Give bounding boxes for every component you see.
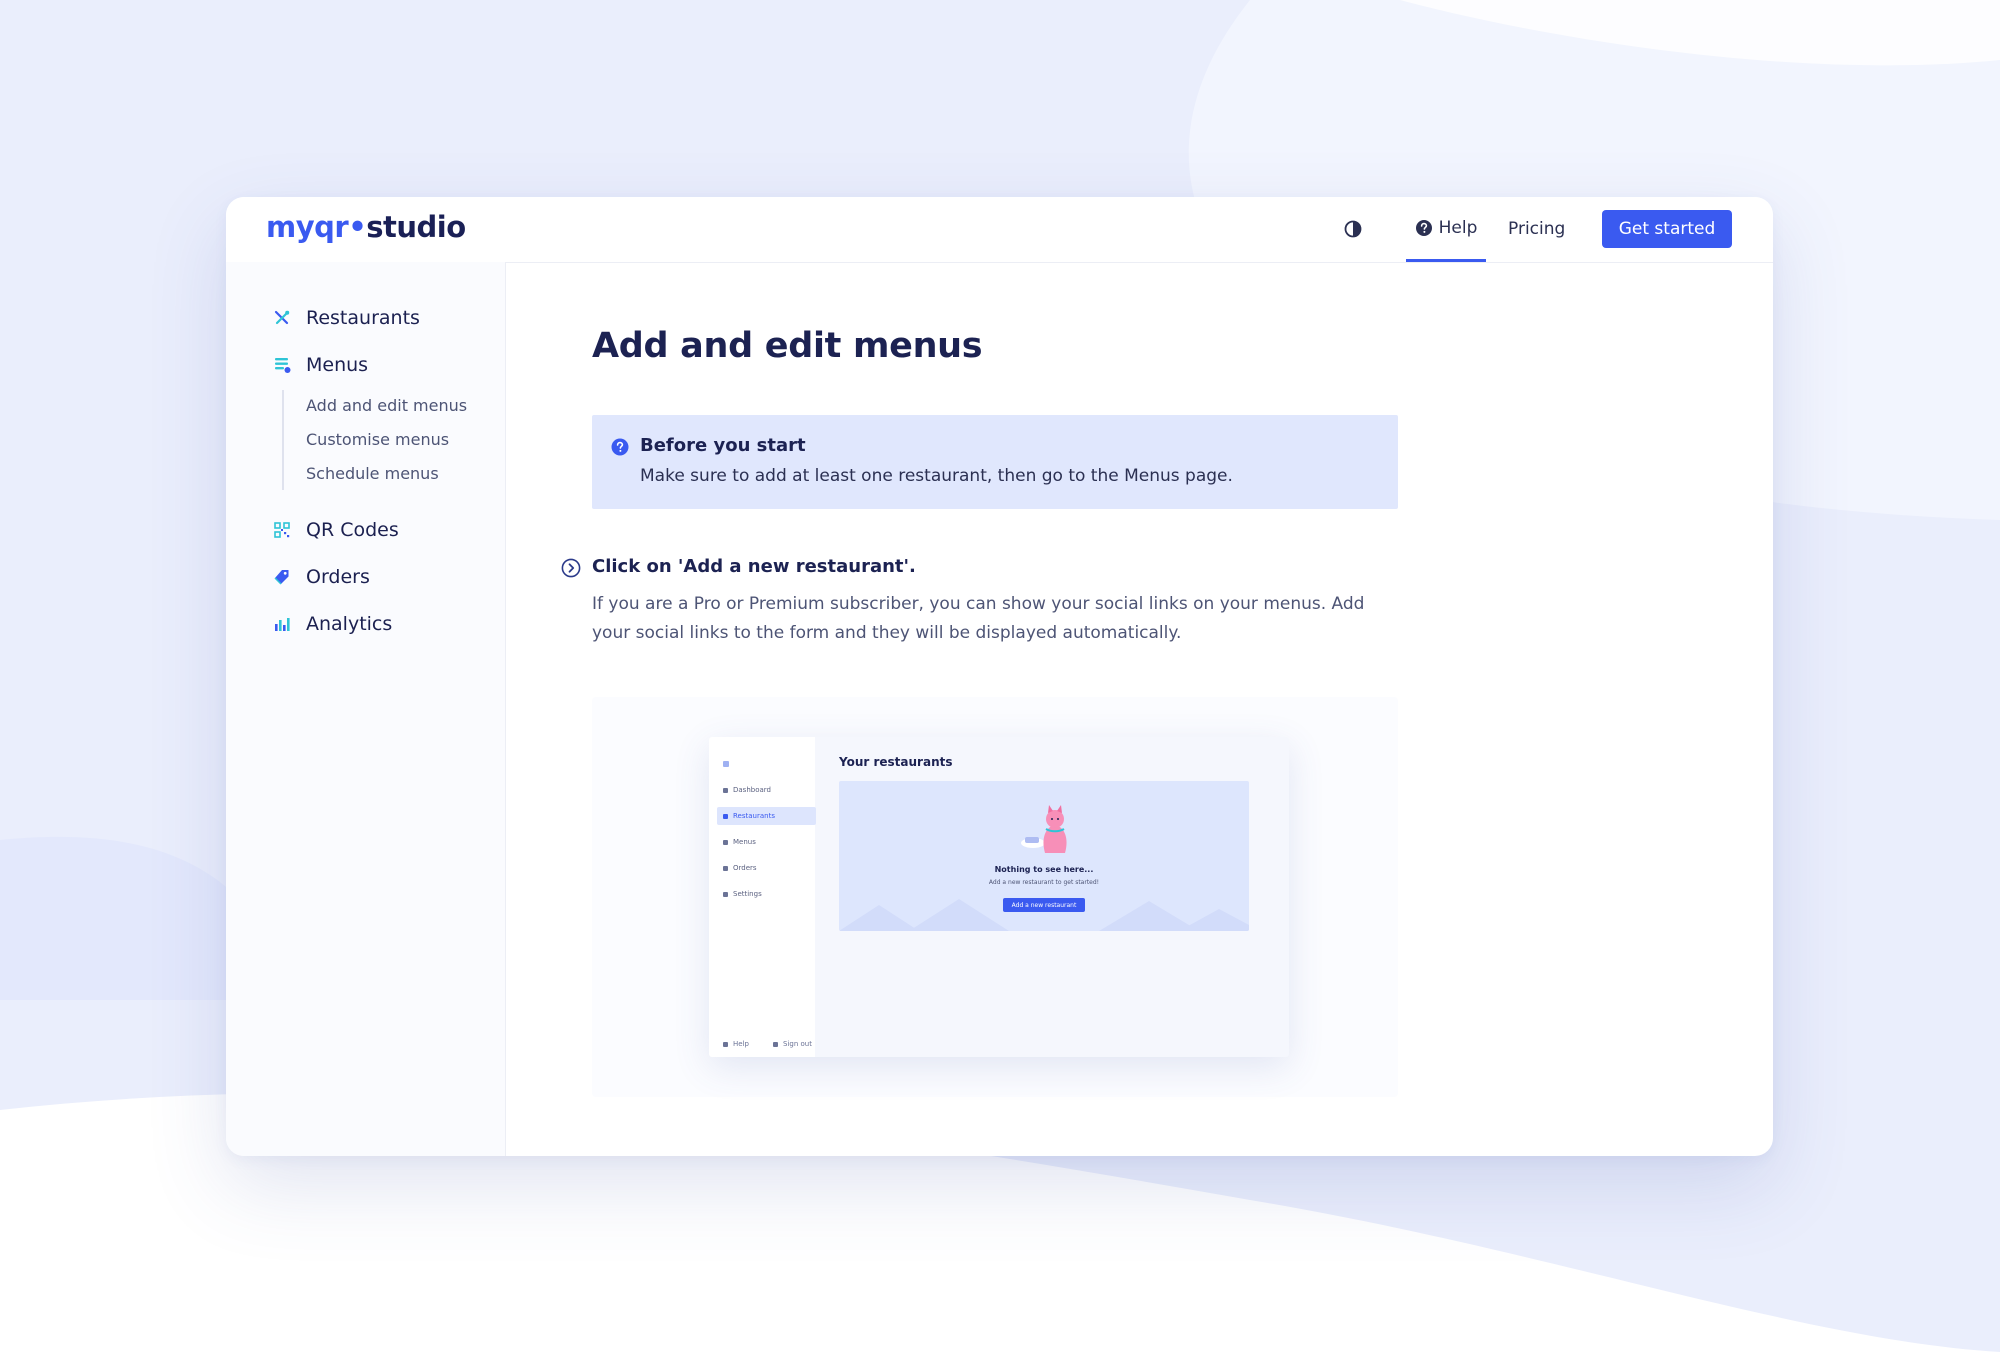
cat-illustration <box>1021 805 1067 853</box>
page-title: Add and edit menus <box>592 326 983 366</box>
mini-sidebar-item-settings[interactable]: Settings <box>717 885 816 903</box>
add-new-restaurant-button[interactable]: Add a new restaurant <box>1003 898 1085 912</box>
sidebar-item-restaurants[interactable]: Restaurants <box>272 304 420 332</box>
sidebar-item-qr-codes[interactable]: QR Codes <box>272 516 399 544</box>
menu-list-icon <box>723 839 728 845</box>
app-window: myqr•studio Help Pricing Get started Res… <box>226 197 1773 1156</box>
sidebar-item-orders[interactable]: Orders <box>272 563 370 591</box>
help-label: Help <box>1438 218 1478 238</box>
brand-logo[interactable]: myqr•studio <box>266 210 466 244</box>
logo-part-studio: studio <box>366 210 466 244</box>
callout-title: Before you start <box>640 435 806 456</box>
chevron-right-circle-icon <box>561 558 581 578</box>
mini-sidebar-label: Menus <box>733 838 756 846</box>
menu-list-icon <box>275 358 291 373</box>
screenshot-preview: Dashboard Restaurants Menus Orders Setti… <box>592 697 1398 1097</box>
help-icon <box>1415 220 1432 236</box>
subnav-customise-menus[interactable]: Customise menus <box>306 430 449 449</box>
mini-sidebar-label: Dashboard <box>733 786 771 794</box>
tag-icon <box>274 570 289 585</box>
pricing-nav-link[interactable]: Pricing <box>1508 197 1565 262</box>
callout-body: Make sure to add at least one restaurant… <box>640 466 1233 486</box>
main-content: Add and edit menus Before you start Make… <box>506 262 1773 1156</box>
sidebar-item-label: QR Codes <box>306 519 399 541</box>
mini-app-window: Dashboard Restaurants Menus Orders Setti… <box>709 737 1289 1057</box>
sidebar-item-label: Orders <box>306 566 370 588</box>
help-icon <box>723 1041 728 1047</box>
mini-help-link[interactable]: Help <box>723 1040 749 1048</box>
info-callout: Before you start Make sure to add at lea… <box>592 415 1398 509</box>
utensils-icon <box>274 310 290 325</box>
mini-sidebar-item-restaurants[interactable]: Restaurants <box>717 807 816 825</box>
mini-sign-out-link[interactable]: Sign out <box>773 1040 812 1048</box>
utensils-icon <box>723 813 728 819</box>
mini-footer-label: Help <box>733 1040 749 1048</box>
tag-icon <box>723 865 728 871</box>
mini-sidebar-label: Restaurants <box>733 812 775 820</box>
mini-logo-icon <box>723 761 729 767</box>
mini-empty-state-card: Nothing to see here... Add a new restaur… <box>839 781 1249 931</box>
logo-dot: • <box>348 210 367 244</box>
sign-out-icon <box>773 1041 778 1047</box>
sidebar: Restaurants Menus Add and edit menus Cus… <box>226 262 506 1156</box>
get-started-button[interactable]: Get started <box>1602 210 1732 248</box>
mini-sidebar-label: Settings <box>733 890 762 898</box>
top-bar: myqr•studio Help Pricing Get started <box>226 197 1773 263</box>
sidebar-item-analytics[interactable]: Analytics <box>272 610 392 638</box>
logo-part-myqr: myqr <box>266 210 349 244</box>
subnav-divider <box>282 390 284 490</box>
help-nav-link[interactable]: Help <box>1406 197 1486 262</box>
bar-chart-icon <box>275 618 290 631</box>
sidebar-item-label: Menus <box>306 354 369 376</box>
empty-state-body: Add a new restaurant to get started! <box>988 879 1100 886</box>
gear-icon <box>723 891 728 897</box>
sidebar-item-label: Restaurants <box>306 307 420 329</box>
step-title: Click on 'Add a new restaurant'. <box>592 556 916 577</box>
mini-sidebar: Dashboard Restaurants Menus Orders Setti… <box>709 737 816 1057</box>
question-circle-icon <box>611 438 629 456</box>
mini-footer-label: Sign out <box>783 1040 812 1048</box>
mini-sidebar-item-menus[interactable]: Menus <box>717 833 816 851</box>
empty-state-title: Nothing to see here... <box>994 865 1094 874</box>
subnav-schedule-menus[interactable]: Schedule menus <box>306 464 439 483</box>
step-body: If you are a Pro or Premium subscriber, … <box>592 594 1365 643</box>
sidebar-item-menus[interactable]: Menus <box>272 351 368 379</box>
mini-page-title: Your restaurants <box>839 755 953 769</box>
subnav-add-and-edit-menus[interactable]: Add and edit menus <box>306 396 467 415</box>
qr-code-icon <box>274 522 290 538</box>
mini-sidebar-label: Orders <box>733 864 757 872</box>
mini-sidebar-item-orders[interactable]: Orders <box>717 859 816 877</box>
home-icon <box>723 787 728 793</box>
mini-sidebar-item-dashboard[interactable]: Dashboard <box>717 781 816 799</box>
sidebar-item-label: Analytics <box>306 613 393 635</box>
contrast-icon[interactable] <box>1343 219 1363 239</box>
